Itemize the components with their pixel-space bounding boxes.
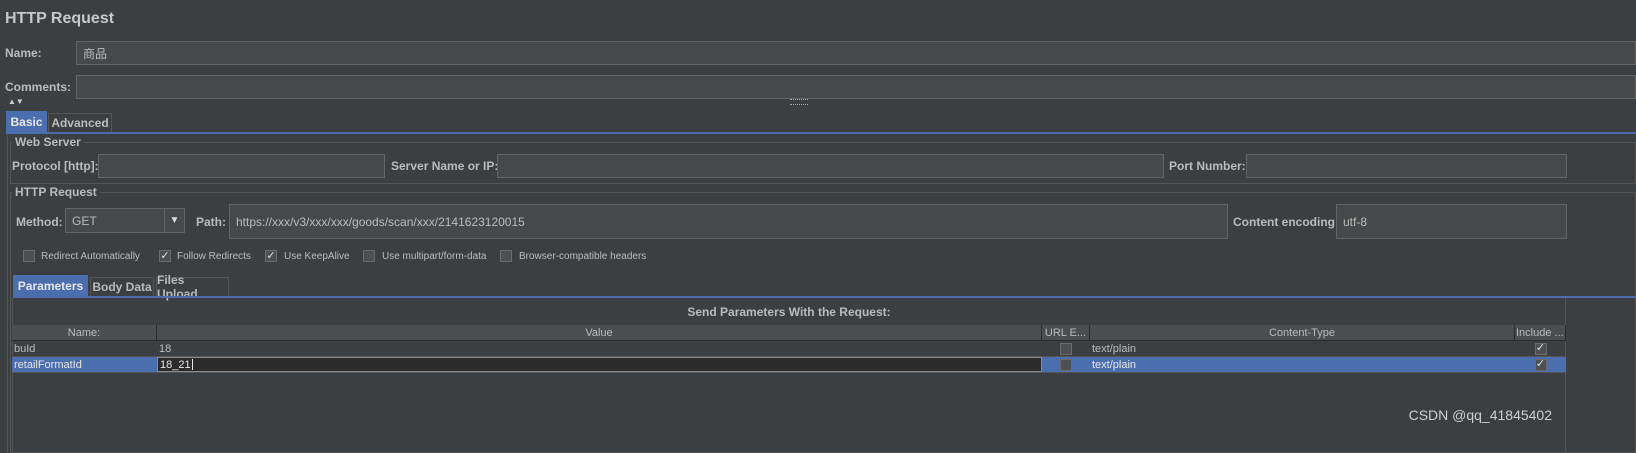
follow-redirects-checkbox[interactable]: ✓ xyxy=(159,250,171,262)
tab-parameters[interactable]: Parameters xyxy=(13,275,88,296)
method-label: Method: xyxy=(16,215,63,229)
param-value-editor[interactable]: 18_21 xyxy=(157,357,1042,372)
encoding-input[interactable]: utf-8 xyxy=(1336,204,1567,239)
table-row[interactable]: retailFormatId 18_21 text/plain ✓ xyxy=(12,357,1566,373)
checkmark-icon: ✓ xyxy=(1535,358,1546,370)
server-label: Server Name or IP: xyxy=(391,159,499,173)
tab-advanced[interactable]: Advanced xyxy=(48,113,112,132)
redirect-automatically-label: Redirect Automatically xyxy=(41,251,140,262)
splitter-grip-icon[interactable] xyxy=(790,99,808,105)
content-type-cell[interactable]: text/plain xyxy=(1090,341,1515,356)
protocol-input[interactable] xyxy=(98,154,385,178)
browser-compatible-checkbox[interactable] xyxy=(500,250,512,262)
redirect-automatically-checkbox[interactable] xyxy=(23,250,35,262)
column-header-value[interactable]: Value xyxy=(157,325,1042,341)
column-header-include[interactable]: Include ... xyxy=(1515,325,1566,341)
params-panel xyxy=(12,298,1566,453)
port-input[interactable] xyxy=(1246,154,1567,178)
web-server-group-title: Web Server xyxy=(12,135,84,149)
column-header-name[interactable]: Name: xyxy=(12,325,157,341)
use-multipart-checkbox[interactable] xyxy=(363,250,375,262)
name-input[interactable]: 商品 xyxy=(76,41,1636,65)
tab-files-upload[interactable]: Files Upload xyxy=(156,273,229,301)
checkmark-icon: ✓ xyxy=(266,249,276,262)
encoding-label: Content encoding: xyxy=(1233,215,1339,229)
server-input[interactable] xyxy=(497,154,1164,178)
http-request-group-title: HTTP Request xyxy=(12,185,100,199)
param-name-cell[interactable]: retailFormatId xyxy=(12,357,157,372)
checkmark-icon: ✓ xyxy=(1535,342,1546,354)
table-row[interactable]: buId 18 text/plain ✓ xyxy=(12,341,1566,357)
text-caret xyxy=(191,359,193,370)
tab-underline xyxy=(6,132,1636,134)
collapse-arrows-icon[interactable]: ▲▼ xyxy=(8,97,24,106)
param-value-cell[interactable]: 18 xyxy=(157,341,1042,356)
panel-title: HTTP Request xyxy=(5,10,115,27)
chevron-down-icon[interactable]: ▼ xyxy=(164,209,184,232)
url-encode-cell[interactable] xyxy=(1042,341,1090,356)
url-encode-cell[interactable] xyxy=(1042,357,1090,372)
checkmark-icon: ✓ xyxy=(160,249,170,262)
column-header-content-type[interactable]: Content-Type xyxy=(1090,325,1515,341)
tab-body-data[interactable]: Body Data xyxy=(90,277,154,296)
use-keepalive-checkbox[interactable]: ✓ xyxy=(265,250,277,262)
follow-redirects-label: Follow Redirects xyxy=(177,251,251,262)
method-select[interactable]: GET ▼ xyxy=(65,208,185,233)
include-cell[interactable]: ✓ xyxy=(1515,357,1566,372)
url-encode-checkbox[interactable] xyxy=(1060,358,1072,371)
name-label: Name: xyxy=(5,46,42,60)
use-keepalive-label: Use KeepAlive xyxy=(284,251,350,262)
use-multipart-label: Use multipart/form-data xyxy=(382,251,487,262)
protocol-label: Protocol [http]: xyxy=(12,159,99,173)
port-label: Port Number: xyxy=(1169,159,1246,173)
path-input[interactable]: https://xxx/v3/xxx/xxx/goods/scan/xxx/21… xyxy=(229,204,1228,239)
comments-label: Comments: xyxy=(5,80,72,94)
include-checkbox[interactable]: ✓ xyxy=(1534,358,1547,371)
include-cell[interactable]: ✓ xyxy=(1515,341,1566,356)
comments-input[interactable] xyxy=(76,75,1636,99)
watermark-text: CSDN @qq_41845402 xyxy=(1408,407,1552,423)
content-type-cell[interactable]: text/plain xyxy=(1090,357,1515,372)
tab-basic[interactable]: Basic xyxy=(6,111,47,132)
path-label: Path: xyxy=(196,215,226,229)
params-caption: Send Parameters With the Request: xyxy=(687,305,891,319)
tab-panel-border xyxy=(7,134,8,453)
method-value: GET xyxy=(72,213,97,228)
include-checkbox[interactable]: ✓ xyxy=(1534,342,1547,355)
column-header-url-encode[interactable]: URL E... xyxy=(1042,325,1090,341)
param-name-cell[interactable]: buId xyxy=(12,341,157,356)
url-encode-checkbox[interactable] xyxy=(1060,342,1072,355)
browser-compatible-label: Browser-compatible headers xyxy=(519,251,647,262)
param-value-text: 18_21 xyxy=(160,358,191,371)
